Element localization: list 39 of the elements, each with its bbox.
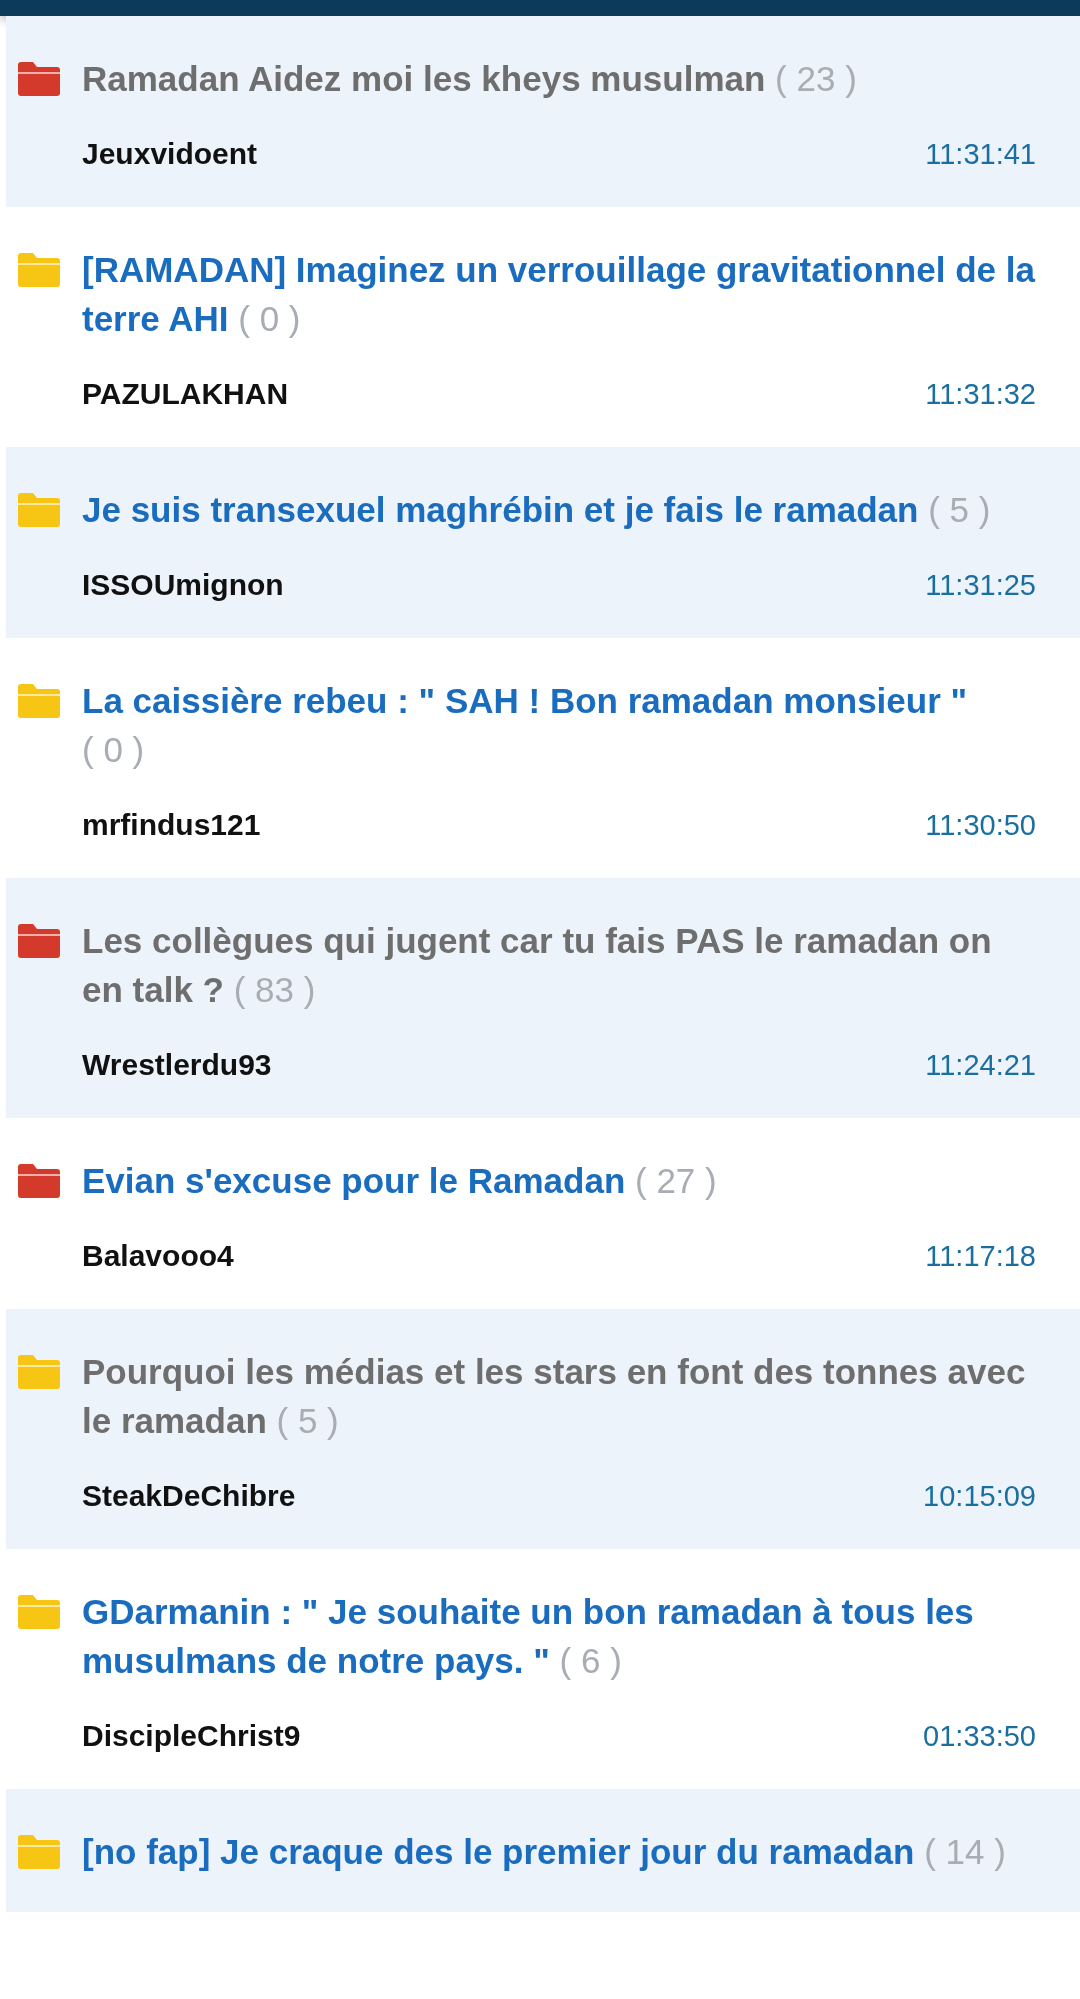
- topic-row[interactable]: Pourquoi les médias et les stars en font des tonnes avec le ramadan ( 5 ) SteakDeChibre 10:15:09: [6, 1309, 1080, 1549]
- reply-count: ( 83 ): [233, 970, 316, 1009]
- post-time: 11:30:50: [925, 808, 1036, 842]
- author-name[interactable]: PAZULAKHAN: [82, 377, 289, 411]
- post-time: 11:24:21: [925, 1048, 1036, 1082]
- topic-title[interactable]: La caissière rebeu : " SAH ! Bon ramadan monsieur " ( 0 ): [82, 676, 1036, 774]
- post-time: 01:33:50: [923, 1719, 1036, 1753]
- topic-title[interactable]: Ramadan Aidez moi les kheys musulman ( 23 ): [82, 54, 1036, 103]
- post-time: 11:17:18: [925, 1239, 1036, 1273]
- author-name[interactable]: ISSOUmignon: [82, 568, 284, 602]
- reply-count: ( 27 ): [635, 1161, 717, 1200]
- post-time: 11:31:25: [925, 568, 1036, 602]
- post-time: 10:15:09: [923, 1479, 1036, 1513]
- author-name[interactable]: SteakDeChibre: [82, 1479, 296, 1513]
- topic-title[interactable]: Les collègues qui jugent car tu fais PAS le ramadan on en talk ? ( 83 ): [82, 916, 1036, 1014]
- reply-count: ( 14 ): [924, 1832, 1006, 1871]
- topic-title[interactable]: Evian s'excuse pour le Ramadan ( 27 ): [82, 1156, 1036, 1205]
- topic-title[interactable]: Pourquoi les médias et les stars en font des tonnes avec le ramadan ( 5 ): [82, 1347, 1036, 1445]
- author-name[interactable]: DiscipleChrist9: [82, 1719, 301, 1753]
- post-time: 11:31:41: [925, 137, 1036, 171]
- topic-title[interactable]: GDarmanin : " Je souhaite un bon ramadan à tous les musulmans de notre pays. " ( 6 ): [82, 1587, 1036, 1685]
- reply-count: ( 0 ): [238, 299, 301, 338]
- author-name[interactable]: Balavooo4: [82, 1239, 234, 1273]
- topic-title[interactable]: Je suis transexuel maghrébin et je fais le ramadan ( 5 ): [82, 485, 1036, 534]
- topic-row[interactable]: [no fap] Je craque des le premier jour du ramadan ( 14 ): [6, 1789, 1080, 1912]
- topic-row[interactable]: Ramadan Aidez moi les kheys musulman ( 23 ) Jeuxvidoent 11:31:41: [6, 16, 1080, 207]
- reply-count: ( 6 ): [559, 1641, 622, 1680]
- topic-row[interactable]: Les collègues qui jugent car tu fais PAS le ramadan on en talk ? ( 83 ) Wrestlerdu93 11:24:21: [6, 878, 1080, 1118]
- reply-count: ( 5 ): [928, 490, 991, 529]
- reply-count: ( 23 ): [775, 59, 857, 98]
- author-name[interactable]: Jeuxvidoent: [82, 137, 258, 171]
- topic-title[interactable]: [RAMADAN] Imaginez un verrouillage gravitationnel de la terre AHI ( 0 ): [82, 245, 1036, 343]
- reply-count: ( 0 ): [82, 730, 145, 769]
- reply-count: ( 5 ): [276, 1401, 339, 1440]
- author-name[interactable]: Wrestlerdu93: [82, 1048, 272, 1082]
- post-time: 11:31:32: [925, 377, 1036, 411]
- topic-row[interactable]: Je suis transexuel maghrébin et je fais le ramadan ( 5 ) ISSOUmignon 11:31:25: [6, 447, 1080, 638]
- author-name[interactable]: mrfindus121: [82, 808, 261, 842]
- topic-title[interactable]: [no fap] Je craque des le premier jour du ramadan ( 14 ): [82, 1827, 1036, 1876]
